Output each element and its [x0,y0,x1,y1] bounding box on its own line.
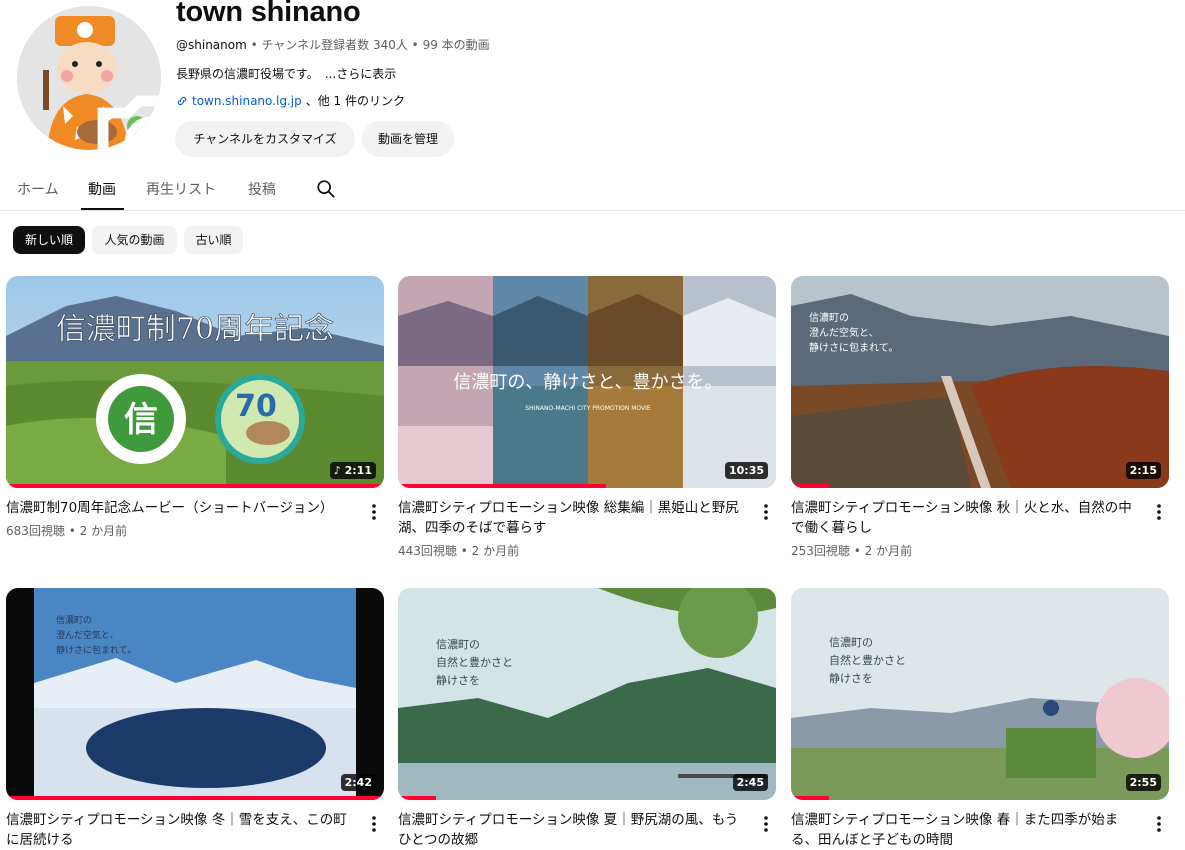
video-card[interactable]: 信濃町の澄んだ空気と、静けさに包まれて。 2:42 信濃町シティプロモーション映… [6,588,384,848]
duration-badge: 2:55 [1125,774,1161,791]
search-icon[interactable] [315,178,337,200]
tab-playlists[interactable]: 再生リスト [146,179,216,199]
video-thumbnail[interactable]: 信濃町の自然と豊かさと静けさを 2:45 [398,588,776,800]
duration-badge: ♪ 2:11 [329,462,376,479]
view-count: 443回視聴 [398,544,457,558]
thumbnail-title-text: 信濃町の、静けさと、豊かさを。 [453,372,722,393]
tab-home[interactable]: ホーム [17,179,59,199]
channel-avatar[interactable] [17,6,161,150]
show-more-link[interactable]: ...さらに表示 [325,67,396,81]
more-options-icon[interactable] [368,502,380,522]
video-card[interactable]: 信濃町の澄んだ空気と、静けさに包まれて。 2:15 信濃町シティプロモーション映… [791,276,1169,558]
description-text: 長野県の信濃町役場です。 [176,67,319,81]
watch-progress [398,484,606,488]
more-links[interactable]: 、他 1 件のリンク [306,92,405,109]
tab-posts[interactable]: 投稿 [248,179,276,199]
video-title[interactable]: 信濃町シティプロモーション映像 夏｜野尻湖の風、もうひとつの故郷 [398,810,748,850]
thumbnail-title-text: 信濃町制70周年記念 [56,312,334,347]
video-thumbnail[interactable]: 信濃町の自然と豊かさと静けさを 2:55 [791,588,1169,800]
link-icon [177,96,187,105]
more-options-icon[interactable] [1153,814,1165,834]
channel-website-link[interactable]: town.shinano.lg.jp [192,94,302,108]
thumbnail-image: 信濃町の、静けさと、豊かさを。 SHINANO-MACHI CITY PROMO… [398,276,776,488]
more-options-icon[interactable] [1153,502,1165,522]
channel-stats: • チャンネル登録者数 340人 • 99 本の動画 [246,38,490,52]
thumbnail-anniversary-number: 70 [235,389,277,424]
channel-links: town.shinano.lg.jp 、他 1 件のリンク [176,92,405,109]
video-thumbnail[interactable]: 信濃町の澄んだ空気と、静けさに包まれて。 2:15 [791,276,1169,488]
watch-progress [6,484,384,488]
filter-newest-chip[interactable]: 新しい順 [13,226,85,254]
upload-age: 2 か月前 [471,544,520,558]
thumbnail-image: 信濃町の自然と豊かさと静けさを [398,588,776,800]
watch-progress [791,484,829,488]
upload-age: 2 か月前 [864,544,913,558]
channel-description[interactable]: 長野県の信濃町役場です。 ...さらに表示 [176,65,396,82]
filter-oldest-chip[interactable]: 古い順 [184,226,243,254]
thumbnail-image: 信濃町制70周年記念 信 70 [6,276,384,488]
video-thumbnail[interactable]: 信濃町の澄んだ空気と、静けさに包まれて。 2:42 [6,588,384,800]
manage-videos-button[interactable]: 動画を管理 [362,121,454,157]
video-card[interactable]: 信濃町制70周年記念 信 70 ♪ 2:11 信濃町制70周年記念ムービー（ショ… [6,276,384,538]
active-tab-indicator [81,208,124,210]
thumbnail-subtitle-text: SHINANO-MACHI CITY PROMOTION MOVIE [525,405,651,412]
watch-progress [791,796,829,800]
channel-meta: @shinanom • チャンネル登録者数 340人 • 99 本の動画 [176,36,490,53]
channel-tabs: ホーム 動画 再生リスト 投稿 [0,165,1185,211]
video-title[interactable]: 信濃町シティプロモーション映像 秋｜火と水、自然の中で働く暮らし [791,498,1141,538]
filter-popular-chip[interactable]: 人気の動画 [92,226,177,254]
more-options-icon[interactable] [760,814,772,834]
video-meta: 683回視聴 • 2 か月前 [6,524,128,538]
watch-progress [398,796,436,800]
more-options-icon[interactable] [368,814,380,834]
duration-badge: 2:45 [732,774,768,791]
video-title[interactable]: 信濃町シティプロモーション映像 春｜また四季が始まる、田んぼと子どもの時間 [791,810,1141,850]
duration-badge: 2:42 [340,774,376,791]
video-card[interactable]: 信濃町の自然と豊かさと静けさを 2:45 信濃町シティプロモーション映像 夏｜野… [398,588,776,848]
video-title[interactable]: 信濃町制70周年記念ムービー（ショートバージョン） [6,498,356,518]
video-thumbnail[interactable]: 信濃町制70周年記念 信 70 ♪ 2:11 [6,276,384,488]
thumbnail-image: 信濃町の澄んだ空気と、静けさに包まれて。 [791,276,1169,488]
thumbnail-image: 信濃町の澄んだ空気と、静けさに包まれて。 [6,588,384,800]
upload-age: 2 か月前 [79,524,128,538]
video-meta: 443回視聴 • 2 か月前 [398,544,520,558]
view-count: 683回視聴 [6,524,65,538]
video-card[interactable]: 信濃町の、静けさと、豊かさを。 SHINANO-MACHI CITY PROMO… [398,276,776,558]
watch-progress [6,796,384,800]
duration-badge: 2:15 [1125,462,1161,479]
video-meta: 253回視聴 • 2 か月前 [791,544,913,558]
channel-name: town shinano [176,0,361,28]
customize-channel-button[interactable]: チャンネルをカスタマイズ [175,121,355,157]
thumbnail-image: 信濃町の自然と豊かさと静けさを [791,588,1169,800]
video-title[interactable]: 信濃町シティプロモーション映像 冬｜雪を支え、この町に居続ける [6,810,356,850]
camera-icon[interactable] [79,65,161,150]
svg-text:信: 信 [124,400,158,440]
duration-badge: 10:35 [724,462,768,479]
video-title[interactable]: 信濃町シティプロモーション映像 総集編｜黒姫山と野尻湖、四季のそばで暮らす [398,498,748,538]
video-thumbnail[interactable]: 信濃町の、静けさと、豊かさを。 SHINANO-MACHI CITY PROMO… [398,276,776,488]
video-card[interactable]: 信濃町の自然と豊かさと静けさを 2:55 信濃町シティプロモーション映像 春｜ま… [791,588,1169,848]
view-count: 253回視聴 [791,544,850,558]
more-options-icon[interactable] [760,502,772,522]
channel-handle: @shinanom [176,38,247,52]
tab-videos[interactable]: 動画 [88,179,116,199]
